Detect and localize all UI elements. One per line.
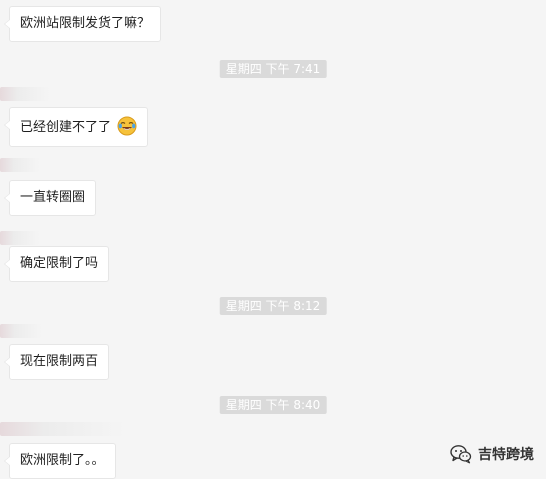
message-text: 欧洲限制了。。 xyxy=(20,453,105,468)
watermark-text: 吉特跨境 xyxy=(478,447,534,463)
message-text: 现在限制两百 xyxy=(20,354,99,369)
wechat-icon xyxy=(450,445,472,464)
timestamp: 星期四 下午 7:41 xyxy=(219,60,327,78)
message-bubble[interactable]: 欧洲限制了。。 xyxy=(4,443,116,479)
message-text: 一直转圈圈 xyxy=(20,190,86,205)
timestamp: 星期四 下午 8:40 xyxy=(219,396,327,414)
watermark: 吉特跨境 xyxy=(450,444,534,464)
message-bubble[interactable]: 确定限制了吗 xyxy=(3,246,110,282)
chat-window: 欧洲站限制发货了嘛？ 星期四 下午 7:41 已经创建不了了 一直转圈圈 确定限… xyxy=(0,0,546,479)
message-text: 确定限制了吗 xyxy=(20,256,99,271)
message-bubble[interactable]: 欧洲站限制发货了嘛？ xyxy=(3,6,162,42)
timestamp: 星期四 下午 8:12 xyxy=(219,297,327,315)
sender-name-blurred xyxy=(0,231,40,245)
message-text: 欧洲站限制发货了嘛？ xyxy=(20,16,151,31)
message-bubble[interactable]: 现在限制两百 xyxy=(3,344,110,380)
sender-name-blurred xyxy=(0,422,125,436)
message-text: 已经创建不了了 xyxy=(20,120,112,135)
tears-of-joy-emoji-icon xyxy=(117,116,137,136)
message-bubble[interactable]: 一直转圈圈 xyxy=(3,180,97,216)
sender-name-blurred xyxy=(0,158,40,172)
sender-name-blurred xyxy=(0,87,50,101)
sender-name-blurred xyxy=(0,324,42,338)
message-bubble[interactable]: 已经创建不了了 xyxy=(3,107,149,147)
